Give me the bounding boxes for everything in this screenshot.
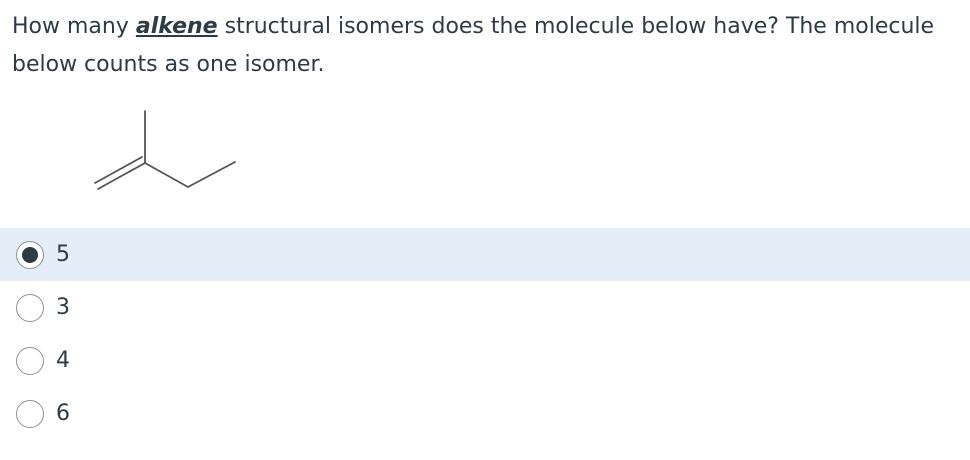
question-part1: How many [12,14,136,39]
bond-double-2 [94,156,143,184]
answer-label: 4 [56,348,70,373]
answer-label: 3 [56,295,70,320]
answer-label: 6 [56,401,70,426]
bond-ethyl-2 [187,161,236,188]
radio-button-selected[interactable] [16,240,44,269]
radio-button[interactable] [16,399,44,428]
answer-option-5[interactable]: 5 [0,228,970,281]
bond-double-1 [97,162,146,190]
bond-ethyl-1 [144,162,189,188]
answer-option-6[interactable]: 6 [0,387,970,440]
answer-option-4[interactable]: 4 [0,334,970,387]
radio-button[interactable] [16,293,44,322]
answer-options: 5 3 4 6 [0,228,970,440]
answer-option-3[interactable]: 3 [0,281,970,334]
molecule-structure-image [94,110,236,190]
question-emphasis: alkene [135,14,218,39]
radio-button[interactable] [16,346,44,375]
question-text: How many alkene structural isomers does … [12,8,962,84]
answer-label: 5 [56,242,70,267]
radio-dot-icon [22,246,38,263]
